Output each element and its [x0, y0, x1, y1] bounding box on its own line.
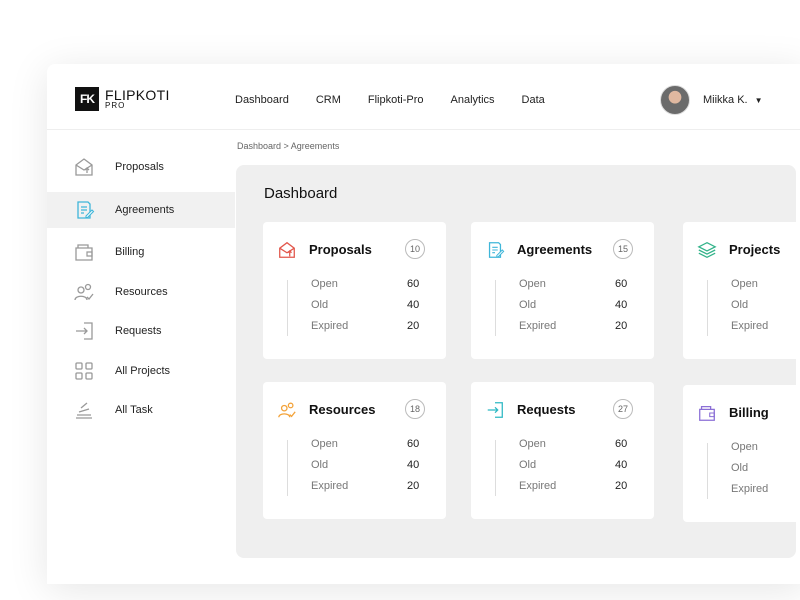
card-title: Proposals [309, 242, 372, 257]
nav-dashboard[interactable]: Dashboard [235, 94, 289, 106]
divider [287, 280, 288, 336]
row-value-expired: 20 [407, 480, 420, 492]
count-badge: 10 [405, 239, 425, 259]
login-arrow-icon [76, 322, 93, 340]
row-label-old: Old [311, 299, 329, 311]
row-label-old: Old [311, 459, 329, 471]
divider [287, 440, 288, 496]
row-label-old: Old [519, 459, 537, 471]
caret-down-icon[interactable]: ▼ [755, 96, 763, 105]
row-value-expired: 20 [407, 320, 420, 332]
users-check-icon [278, 402, 296, 418]
row-label-open: Open [731, 441, 758, 453]
row-value-open: 60 [615, 278, 628, 290]
row-value-open: 60 [407, 278, 420, 290]
sidebar-item-label: Resources [115, 286, 168, 298]
sidebar-item-resources[interactable]: Resources [47, 274, 235, 310]
sidebar-item-billing[interactable]: Billing [47, 234, 235, 270]
sidebar-item-label: All Task [115, 404, 153, 416]
row-value-old: 40 [615, 459, 628, 471]
sidebar: Proposals Agreements Billing Resources R… [47, 130, 235, 584]
wallet-icon [75, 244, 93, 261]
row-label-old: Old [731, 299, 749, 311]
stack-icon [76, 402, 92, 419]
count-badge: 18 [405, 399, 425, 419]
sidebar-item-label: All Projects [115, 365, 171, 377]
row-value-old: 40 [407, 459, 420, 471]
row-value-open: 60 [407, 438, 420, 450]
sidebar-item-agreements[interactable]: Agreements [47, 192, 235, 228]
avatar[interactable] [660, 85, 690, 115]
divider [495, 280, 496, 336]
page-title: Dashboard [264, 185, 338, 202]
count-badge: 27 [613, 399, 633, 419]
row-label-open: Open [519, 438, 546, 450]
layers-icon [697, 242, 717, 258]
envelope-up-icon [279, 241, 295, 258]
dashboard-panel: Dashboard Proposals 10 Open 60 Old 40 Ex… [236, 165, 800, 558]
row-label-expired: Expired [311, 320, 349, 332]
wallet-icon [699, 406, 715, 421]
sidebar-item-label: Requests [115, 325, 162, 337]
card-title: Agreements [517, 242, 593, 257]
grid-icon [75, 362, 93, 380]
sidebar-item-proposals[interactable]: Proposals [47, 149, 235, 185]
logo[interactable]: FK FLIPKOTI PRO [75, 87, 170, 111]
top-header: FK FLIPKOTI PRO Dashboard CRM Flipkoti-P… [47, 64, 800, 130]
row-label-old: Old [731, 462, 749, 474]
row-label-expired: Expired [519, 480, 557, 492]
card-title: Billing [729, 405, 769, 420]
row-label-old: Old [519, 299, 537, 311]
envelope-up-icon [75, 158, 93, 176]
document-edit-icon [77, 201, 95, 219]
nav-data[interactable]: Data [522, 94, 545, 106]
row-label-open: Open [311, 438, 338, 450]
card-title: Resources [309, 402, 376, 417]
logo-sub: PRO [105, 101, 126, 110]
card-proposals[interactable]: Proposals 10 Open 60 Old 40 Expired 20 [263, 222, 446, 359]
row-value-old: 40 [615, 299, 628, 311]
document-edit-icon [488, 242, 505, 258]
card-title: Projects [729, 242, 781, 257]
top-nav: Dashboard CRM Flipkoti-Pro Analytics Dat… [235, 94, 572, 106]
count-badge: 15 [613, 239, 633, 259]
row-value-open: 60 [615, 438, 628, 450]
card-projects[interactable]: Projects Open Old Expired [683, 222, 800, 359]
nav-crm[interactable]: CRM [316, 94, 341, 106]
row-label-open: Open [519, 278, 546, 290]
nav-analytics[interactable]: Analytics [451, 94, 495, 106]
sidebar-item-label: Billing [115, 246, 145, 258]
row-label-open: Open [731, 278, 758, 290]
row-label-expired: Expired [731, 483, 769, 495]
row-value-expired: 20 [615, 320, 628, 332]
card-billing[interactable]: Billing Open Old Expired [683, 385, 800, 522]
user-menu[interactable]: Miikka K. ▼ [660, 85, 763, 115]
row-value-old: 40 [407, 299, 420, 311]
sidebar-item-label: Agreements [115, 204, 175, 216]
divider [495, 440, 496, 496]
sidebar-item-label: Proposals [115, 161, 164, 173]
card-requests[interactable]: Requests 27 Open 60 Old 40 Expired 20 [471, 382, 654, 519]
login-arrow-icon [487, 402, 503, 418]
divider [707, 280, 708, 336]
divider [707, 443, 708, 499]
nav-flipkoti-pro[interactable]: Flipkoti-Pro [368, 94, 424, 106]
row-value-expired: 20 [615, 480, 628, 492]
breadcrumb[interactable]: Dashboard > Agreements [237, 141, 339, 151]
row-label-expired: Expired [311, 480, 349, 492]
card-agreements[interactable]: Agreements 15 Open 60 Old 40 Expired 20 [471, 222, 654, 359]
row-label-expired: Expired [519, 320, 557, 332]
sidebar-item-all-projects[interactable]: All Projects [47, 353, 235, 389]
sidebar-item-requests[interactable]: Requests [47, 313, 235, 349]
row-label-open: Open [311, 278, 338, 290]
app-window: FK FLIPKOTI PRO Dashboard CRM Flipkoti-P… [47, 64, 800, 584]
card-title: Requests [517, 402, 576, 417]
users-check-icon [74, 283, 94, 301]
logo-name: FLIPKOTI [105, 87, 170, 103]
logo-mark: FK [75, 87, 99, 111]
user-name: Miikka K. [703, 94, 748, 106]
sidebar-item-all-task[interactable]: All Task [47, 392, 235, 428]
card-resources[interactable]: Resources 18 Open 60 Old 40 Expired 20 [263, 382, 446, 519]
row-label-expired: Expired [731, 320, 769, 332]
